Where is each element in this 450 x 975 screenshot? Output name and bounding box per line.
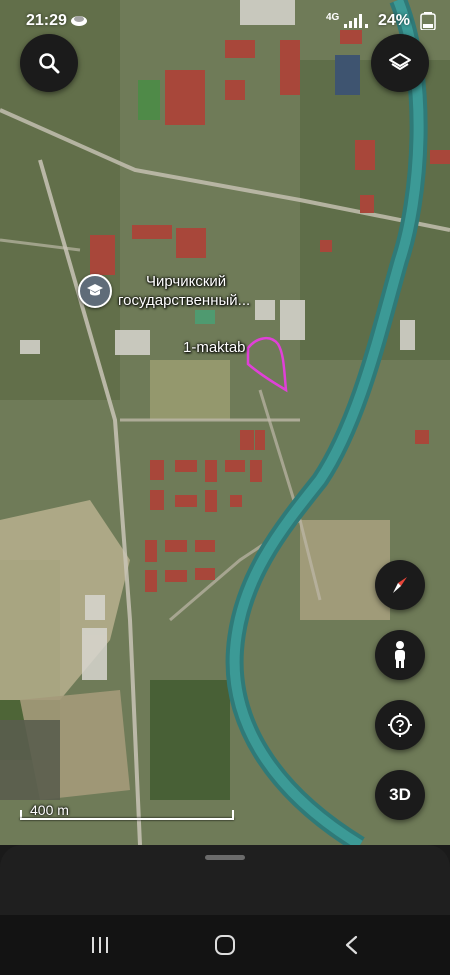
layers-icon xyxy=(389,53,411,70)
battery-icon xyxy=(420,12,436,30)
network-type: 4G xyxy=(326,12,340,23)
sheet-drag-handle[interactable] xyxy=(205,855,245,860)
graduation-cap-icon[interactable] xyxy=(78,274,112,308)
3d-toggle-button[interactable]: 3D xyxy=(375,770,425,820)
signal-icon xyxy=(344,14,368,28)
poi-university-label-line1[interactable]: Чирчикский xyxy=(146,273,226,291)
pegman-icon xyxy=(395,641,405,668)
3d-label: 3D xyxy=(389,785,411,804)
system-navigation-bar xyxy=(0,915,450,975)
scale-line xyxy=(20,818,234,820)
locate-icon xyxy=(388,713,412,737)
battery-percentage: 24% xyxy=(378,12,411,29)
recents-icon[interactable] xyxy=(86,933,114,957)
street-view-button[interactable] xyxy=(375,630,425,680)
search-icon xyxy=(39,53,60,74)
cloud-sync-icon xyxy=(71,16,87,26)
bottom-sheet[interactable] xyxy=(0,845,450,915)
search-button[interactable] xyxy=(20,34,78,92)
poi-school-label[interactable]: 1-maktab xyxy=(183,339,246,357)
home-icon[interactable] xyxy=(211,933,239,957)
layers-button[interactable] xyxy=(371,34,429,92)
scale-label: 400 m xyxy=(30,802,69,818)
back-icon[interactable] xyxy=(338,933,366,957)
compass-icon xyxy=(393,577,407,593)
poi-university-label-line2[interactable]: государственный... xyxy=(118,292,250,310)
status-bar: 21:29 4G 24% xyxy=(0,0,450,44)
my-location-button[interactable] xyxy=(375,700,425,750)
compass-button[interactable] xyxy=(375,560,425,610)
map-scale-bar: 400 m xyxy=(20,800,236,824)
scale-tick-right xyxy=(232,810,234,820)
status-time: 21:29 xyxy=(26,12,67,29)
